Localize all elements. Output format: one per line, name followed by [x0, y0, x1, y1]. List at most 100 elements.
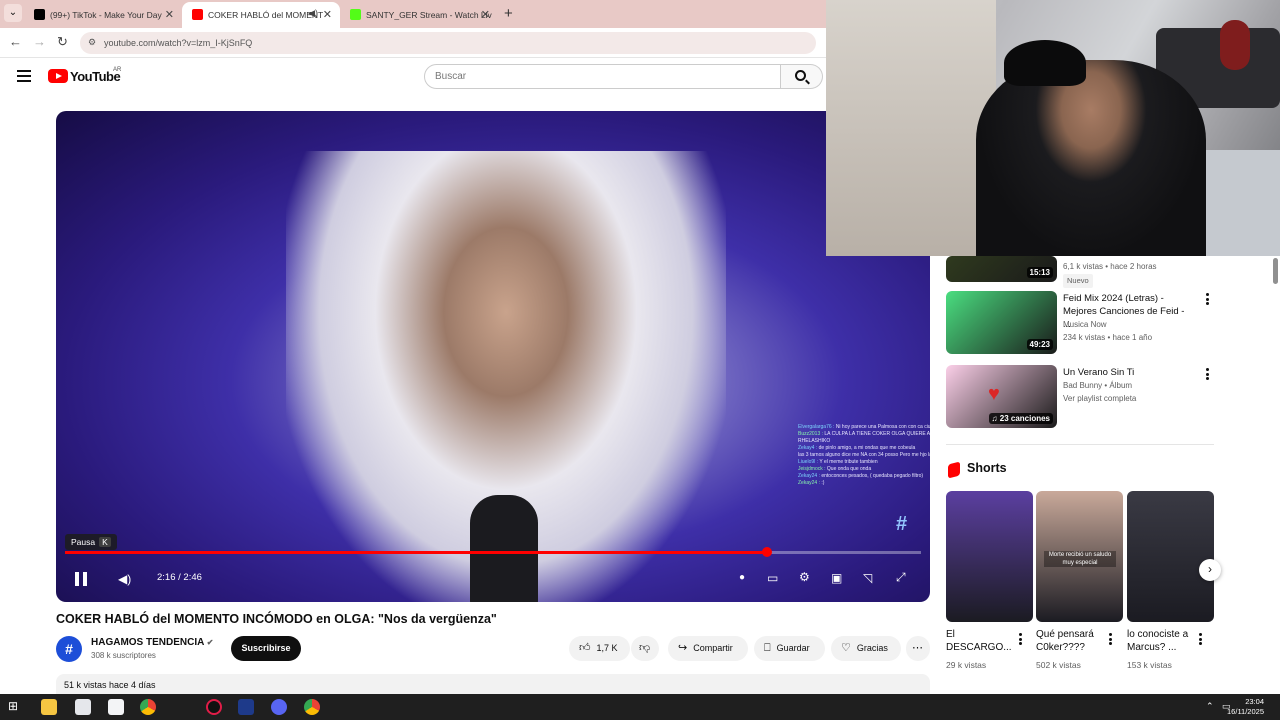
- short-thumbnail[interactable]: Morte recibió un saludo muy especial: [1036, 491, 1123, 622]
- chat-line: Zekay24 : :): [798, 480, 930, 487]
- like-button[interactable]: 👍︎ 1,7 K: [569, 636, 630, 661]
- youtube-logo-icon[interactable]: [48, 69, 68, 83]
- autoplay-toggle[interactable]: ●: [739, 572, 745, 583]
- more-options-icon[interactable]: [1206, 368, 1210, 380]
- chat-username: Elvergalarga76 :: [798, 424, 836, 430]
- thumbs-down-icon: 👎︎: [639, 642, 651, 654]
- webcam-wall: [826, 0, 996, 256]
- short-thumbnail[interactable]: [946, 491, 1033, 622]
- short-views: 153 k vistas: [1127, 660, 1172, 670]
- steam-icon[interactable]: [238, 699, 254, 715]
- recommended-meta: 234 k vistas • hace 1 año: [1063, 333, 1153, 342]
- badge-text: Nuevo: [1063, 274, 1093, 288]
- obs-icon[interactable]: [206, 699, 222, 715]
- back-arrow-icon[interactable]: ←: [9, 34, 22, 49]
- chat-username: Zekay24 :: [798, 473, 822, 479]
- heart-icon: ♥: [988, 383, 1000, 405]
- tab-audio-icon[interactable]: ◀): [308, 8, 318, 19]
- close-tab-icon[interactable]: ✕: [481, 8, 490, 21]
- short-title[interactable]: lo conociste a Marcus? ...: [1127, 628, 1199, 654]
- channel-avatar[interactable]: #: [56, 636, 82, 662]
- search-input[interactable]: Buscar: [424, 64, 781, 89]
- chat-username: Zekay4 :: [798, 445, 819, 451]
- tab-search-chevron-icon[interactable]: ⌄: [4, 4, 22, 22]
- description-box[interactable]: 51 k vistas hace 4 días: [56, 674, 930, 694]
- tab-youtube[interactable]: COKER HABLÓ del MOMENT ◀) ✕: [182, 2, 340, 28]
- reload-icon[interactable]: ↻: [57, 34, 68, 50]
- chrome-active-icon[interactable]: [304, 699, 320, 715]
- file-explorer-icon[interactable]: [41, 699, 57, 715]
- settings-gear-icon[interactable]: ⚙: [799, 570, 810, 584]
- shorts-heading: Shorts: [967, 461, 1007, 475]
- playlist-title[interactable]: Un Verano Sin Ti: [1063, 366, 1191, 379]
- more-options-icon[interactable]: [1019, 633, 1023, 645]
- chat-line: Buzz2013 : LA CULPA LA TIENE COKER OLGA …: [798, 431, 930, 445]
- playlist-channel[interactable]: Bad Bunny • Álbum: [1063, 380, 1132, 392]
- thanks-heart-icon: ♡: [841, 642, 851, 654]
- playlist-thumbnail[interactable]: ♥ ♫ 23 canciones: [946, 365, 1057, 428]
- save-button[interactable]: ⎕ Guardar: [754, 636, 825, 661]
- discord-icon[interactable]: [271, 699, 287, 715]
- search-icon: [795, 70, 806, 81]
- video-player[interactable]: Elvergalarga76 : Ni hoy parece una Palmo…: [56, 111, 930, 602]
- chat-username: Liuelo9l :: [798, 459, 820, 465]
- tab-tiktok[interactable]: (99+) TikTok - Make Your Day ✕: [24, 2, 182, 28]
- fullscreen-icon[interactable]: ⤢: [896, 570, 906, 585]
- recommended-channel[interactable]: Musica Now: [1063, 319, 1107, 331]
- short-title[interactable]: Qué pensará C0ker????: [1036, 628, 1108, 654]
- tab-kick[interactable]: SANTY_GER Stream - Watch Liv ✕: [340, 2, 498, 28]
- notepad-icon[interactable]: [108, 699, 124, 715]
- shorts-next-chevron-icon[interactable]: ›: [1199, 559, 1221, 581]
- thanks-button[interactable]: ♡ Gracias: [831, 636, 901, 661]
- short-title[interactable]: El DESCARGO...: [946, 628, 1018, 654]
- site-info-icon[interactable]: ⚙: [88, 37, 96, 48]
- system-clock[interactable]: 23:04 16/11/2025: [1227, 697, 1264, 717]
- close-tab-icon[interactable]: ✕: [323, 8, 332, 21]
- bookmark-icon: ⎕: [764, 642, 771, 654]
- volume-icon[interactable]: ◀): [118, 572, 131, 586]
- miniplayer-icon[interactable]: ▣: [831, 571, 842, 585]
- playlist-count: ♫ 23 canciones: [988, 413, 1053, 424]
- close-tab-icon[interactable]: ✕: [165, 8, 174, 21]
- short-image: [946, 491, 1033, 622]
- pause-button[interactable]: [71, 569, 93, 591]
- tray-chevron-icon[interactable]: ⌃: [1206, 701, 1214, 712]
- recommended-thumbnail[interactable]: 49:23: [946, 291, 1057, 354]
- document-icon[interactable]: [75, 699, 91, 715]
- subtitles-icon[interactable]: ▭: [767, 571, 778, 585]
- playlist-link[interactable]: Ver playlist completa: [1063, 393, 1136, 405]
- pause-tooltip: Pausa K: [65, 534, 117, 550]
- recommended-thumbnail[interactable]: 15:13: [946, 256, 1057, 282]
- recommended-meta: 6,1 k vistas • hace 2 horas: [1063, 262, 1157, 271]
- clock-date: 16/11/2025: [1227, 707, 1264, 716]
- forward-arrow-icon[interactable]: →: [33, 34, 46, 49]
- more-options-icon[interactable]: [1206, 293, 1210, 305]
- short-thumbnail[interactable]: [1127, 491, 1214, 622]
- webcam-overlay: [826, 0, 1280, 256]
- address-bar[interactable]: ⚙ youtube.com/watch?v=lzm_I-KjSnFQ: [80, 32, 816, 54]
- chat-username: Buzz2013 :: [798, 431, 825, 437]
- scrubber-handle[interactable]: [761, 547, 772, 557]
- chrome-icon[interactable]: [140, 699, 156, 715]
- browser-toolbar: ← → ↻ ⚙ youtube.com/watch?v=lzm_I-KjSnFQ: [0, 28, 826, 58]
- sidebar-scrollbar[interactable]: [1273, 258, 1278, 284]
- subscribe-button[interactable]: Suscribirse: [231, 636, 301, 661]
- share-button[interactable]: ↪ Compartir: [668, 636, 748, 661]
- video-duration: 15:13: [1026, 267, 1053, 278]
- verified-check-icon: ✔: [206, 638, 214, 647]
- menu-hamburger-icon[interactable]: [17, 70, 31, 82]
- windows-start-icon[interactable]: ⊞: [8, 699, 24, 715]
- youtube-favicon-icon: [192, 9, 203, 20]
- share-label: Compartir: [693, 643, 733, 653]
- search-button[interactable]: [781, 64, 823, 89]
- new-tab-plus-icon[interactable]: +: [504, 5, 513, 22]
- more-actions-button[interactable]: ⋯: [906, 636, 930, 661]
- cast-icon[interactable]: ◹: [863, 571, 872, 585]
- more-options-icon[interactable]: [1199, 633, 1203, 645]
- search-placeholder: Buscar: [435, 71, 467, 82]
- more-options-icon[interactable]: [1109, 633, 1113, 645]
- dislike-button[interactable]: 👎︎: [631, 636, 659, 661]
- channel-name[interactable]: HAGAMOS TENDENCIA ✔: [91, 637, 213, 648]
- progress-bar[interactable]: [65, 547, 921, 557]
- country-code: AR: [113, 67, 122, 73]
